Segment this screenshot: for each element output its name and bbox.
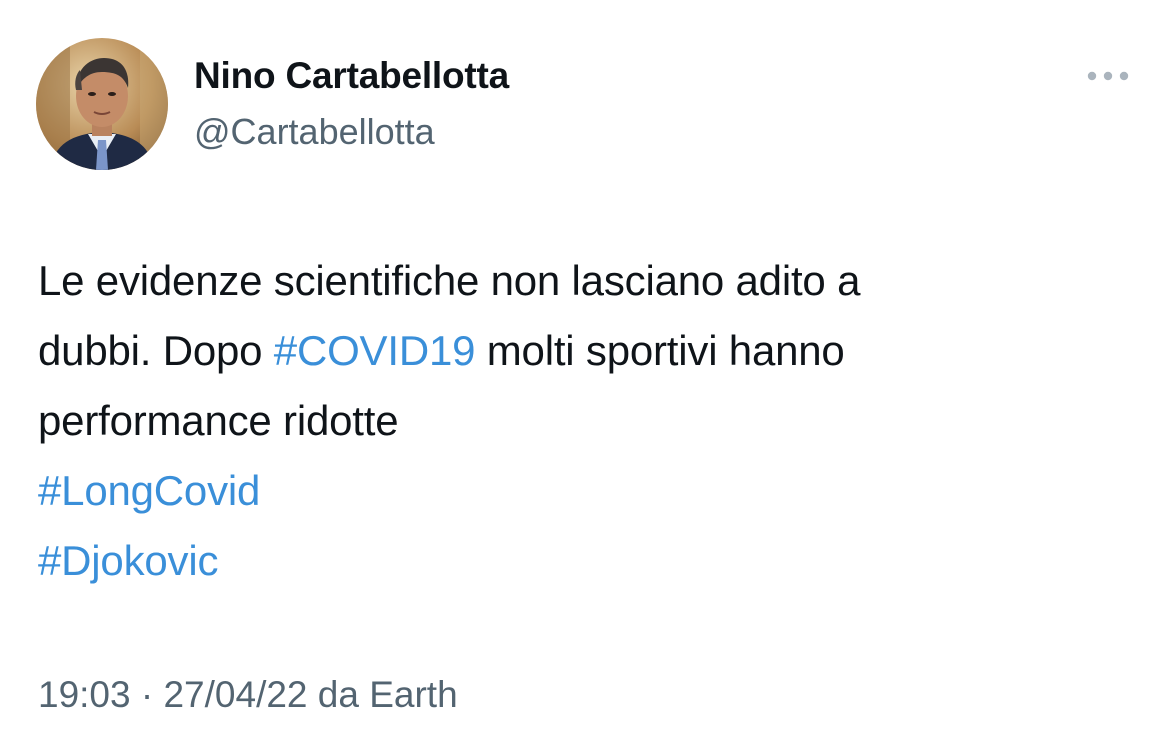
tweet-text-line: dubbi. Dopo #COVID19 molti sportivi hann… <box>38 316 1138 386</box>
meta-separator: · <box>140 674 154 715</box>
tweet-text-segment: dubbi. Dopo <box>38 327 274 374</box>
tweet-text-segment: performance ridotte <box>38 397 399 444</box>
tweet-metadata: 19:03 · 27/04/22 da Earth <box>38 670 458 720</box>
tweet-text-line: #Djokovic <box>38 526 1138 596</box>
hashtag-covid19-link[interactable]: #COVID19 <box>274 327 476 374</box>
more-options-button[interactable] <box>1080 56 1136 96</box>
tweet-source: da Earth <box>317 674 458 715</box>
hashtag-longcovid-link[interactable]: #LongCovid <box>38 467 260 514</box>
tweet-text: Le evidenze scientifiche non lasciano ad… <box>38 246 1138 596</box>
tweet-date[interactable]: 27/04/22 <box>163 674 307 715</box>
avatar[interactable] <box>36 38 168 170</box>
tweet-text-line: #LongCovid <box>38 456 1138 526</box>
author-handle[interactable]: @Cartabellotta <box>194 108 435 156</box>
hashtag-djokovic-link[interactable]: #Djokovic <box>38 537 218 584</box>
tweet-text-segment: molti sportivi hanno <box>475 327 845 374</box>
tweet-text-line: performance ridotte <box>38 386 1138 456</box>
avatar-photo <box>36 38 168 170</box>
tweet-text-line: Le evidenze scientifiche non lasciano ad… <box>38 246 1138 316</box>
author-name[interactable]: Nino Cartabellotta <box>194 52 509 100</box>
tweet-card: Nino Cartabellotta @Cartabellotta Le evi… <box>0 0 1170 755</box>
more-horizontal-icon <box>1087 71 1129 81</box>
tweet-time[interactable]: 19:03 <box>38 674 131 715</box>
tweet-text-segment: Le evidenze scientifiche non lasciano ad… <box>38 257 861 304</box>
